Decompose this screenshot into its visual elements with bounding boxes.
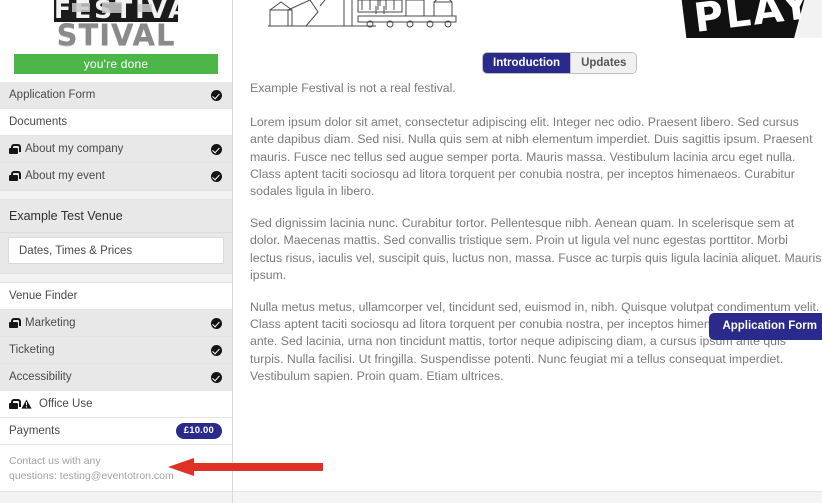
application-window: FESTIVAL STIVAL you're done Application … [0,0,822,503]
sidebar-item-label: Accessibility [9,371,72,383]
sidebar-item-label: Documents [9,116,68,128]
venue-title: Example Test Venue [0,200,232,233]
sidebar-item-label: Payments [9,425,61,437]
sidebar-item-label: Marketing [25,317,76,329]
check-circle-icon [211,143,222,155]
sidebar-item-dates-times-prices[interactable]: Dates, Times & Prices [8,237,224,264]
check-circle-icon [211,371,222,383]
sidebar-item-label: Ticketing [9,344,55,356]
nav-divider [0,190,232,200]
tab-updates[interactable]: Updates [570,53,637,73]
content-tabs: Introduction Updates [482,52,638,74]
sidebar-item-icons [9,144,21,154]
sidebar-item-venue-finder[interactable]: Venue Finder [0,283,232,310]
festival-logo-image: FESTIVAL STIVAL [54,0,178,50]
contact-line-1: Contact us with any [9,455,101,467]
lock-icon [9,318,21,328]
sidebar: FESTIVAL STIVAL you're done Application … [0,0,233,503]
contact-email-link[interactable]: testing@eventotron.com [60,470,174,482]
sidebar-item-label: Office Use [39,398,93,410]
tab-introduction[interactable]: Introduction [483,53,571,73]
sidebar-footer-strip [0,491,232,503]
lock-icon [9,399,21,409]
sidebar-item-icons [9,399,35,409]
sidebar-item-documents[interactable]: Documents [0,109,232,136]
content-paragraph: Nulla metus metus, ullamcorper vel, tinc… [250,300,820,383]
sidebar-item-application-form[interactable]: Application Form [0,82,232,109]
lock-icon [9,171,21,181]
hero-header: PLAY [233,0,822,38]
sidebar-item-about-my-event[interactable]: About my event [0,163,232,190]
festival-sketch-illustration [268,0,457,28]
contact-prefix: questions: [9,470,60,482]
contact-line-2: questions: testing@eventotron.com [9,469,222,484]
sidebar-item-icons [9,171,21,181]
sidebar-item-label: About my event [25,170,105,182]
venue-subitems: Dates, Times & Prices [0,233,232,273]
sidebar-item-about-my-company[interactable]: About my company [0,136,232,163]
check-circle-icon [211,344,222,356]
sidebar-item-label: Application Form [9,89,96,101]
status-banner: you're done [14,54,218,74]
contact-info: Contact us with any questions: testing@e… [0,445,232,494]
venue-block: Example Test Venue Dates, Times & Prices [0,200,232,273]
sidebar-item-ticketing[interactable]: Ticketing [0,337,232,364]
sidebar-item-label: About my company [25,143,124,155]
content-paragraph: Lorem ipsum dolor sit amet, consectetur … [250,115,813,199]
nav-group-secondary: Venue Finder Marketing Ticketing Accessi… [0,283,232,445]
sidebar-item-label: Venue Finder [9,290,78,302]
main-footer-strip [233,491,822,503]
hero-banner-play: PLAY [680,0,822,38]
sidebar-item-marketing[interactable]: Marketing [0,310,232,337]
warning-triangle-icon [21,399,32,409]
logo-speck [138,4,152,12]
cta-container: Application Form [709,313,822,340]
logo-speck [102,2,122,13]
sidebar-item-office-use[interactable]: Office Use [0,391,232,418]
check-circle-icon [211,89,222,101]
application-form-button[interactable]: Application Form [709,313,822,340]
sidebar-logo[interactable]: FESTIVAL STIVAL [0,0,232,50]
check-circle-icon [211,317,222,329]
check-circle-icon [211,170,222,182]
sidebar-item-payments[interactable]: Payments £10.00 [0,418,232,445]
nav-divider [0,273,232,283]
logo-line-2: STIVAL [56,18,176,50]
sidebar-item-icons [9,318,21,328]
sidebar-item-accessibility[interactable]: Accessibility [0,364,232,391]
logo-speck [72,3,90,12]
sidebar-item-label: Dates, Times & Prices [19,244,133,257]
nav-group-primary: Application Form Documents About my comp… [0,82,232,190]
payments-amount-badge: £10.00 [175,423,222,439]
content-paragraph: Sed dignissim lacinia nunc. Curabitur to… [250,216,822,282]
content-lead: Example Festival is not a real festival. [250,81,456,95]
main-content: PLAY Introduction Updates Example Festiv… [233,0,822,503]
lock-icon [9,144,21,154]
